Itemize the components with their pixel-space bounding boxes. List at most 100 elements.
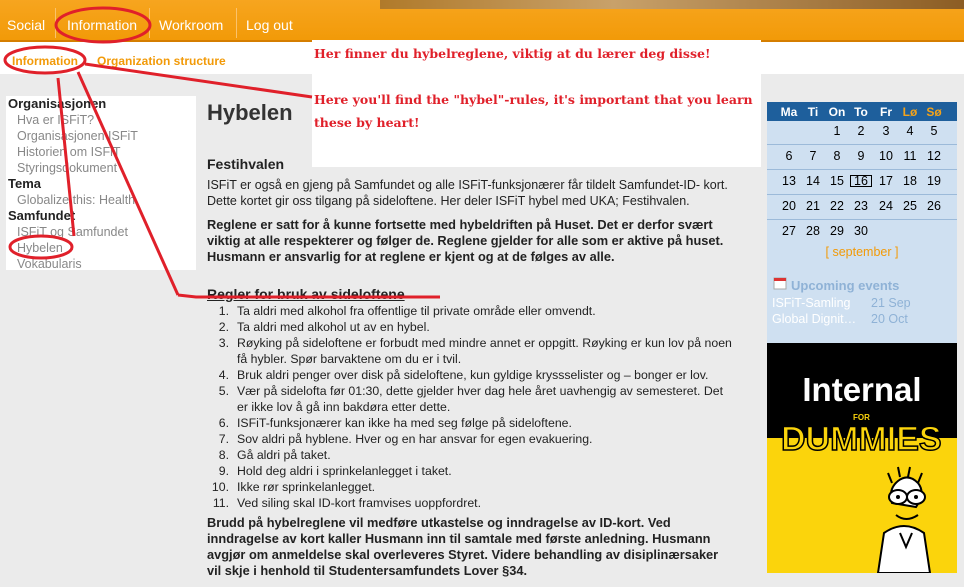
left-sidebar-menu: Organisasjonen Hva er ISFiT? Organisasjo…: [6, 96, 196, 272]
calendar-day-cell[interactable]: 4: [898, 124, 922, 138]
rules-footer-line: vil skje i henhold til Studentersamfunde…: [207, 563, 528, 578]
subnav-organization-structure[interactable]: Organization structure: [97, 54, 226, 68]
calendar-day-cell[interactable]: 8: [825, 149, 849, 163]
calendar-icon: [773, 277, 787, 290]
subnav-information[interactable]: Information: [12, 54, 78, 68]
rule-number: 1.: [218, 304, 229, 318]
nav-divider: [236, 8, 237, 38]
annotation-english: Here you'll find the "hybel"-rules, it's…: [314, 92, 753, 107]
calendar-row-divider: [767, 194, 957, 195]
rule-item: 2. Ta aldri med alkohol ut av en hybel.: [219, 319, 759, 335]
rule-number: 4.: [218, 368, 229, 382]
rule-item: 1. Ta aldri med alkohol fra offentlige ti…: [219, 303, 759, 319]
sidebar-item-historien[interactable]: Historien om ISFiT: [6, 144, 196, 160]
calendar-day-cell[interactable]: 25: [898, 199, 922, 213]
event-name[interactable]: Global Dignit…: [772, 312, 856, 326]
calendar-day-cell[interactable]: 13: [777, 174, 801, 188]
sidebar-heading-samfundet: Samfundet: [8, 208, 76, 223]
calendar-day-cell[interactable]: 21: [801, 199, 825, 213]
calendar-day-cell[interactable]: 14: [801, 174, 825, 188]
calendar-day-cell[interactable]: 11: [898, 149, 922, 163]
calendar-day-cell[interactable]: 27: [777, 224, 801, 238]
calendar-day-cell[interactable]: 19: [922, 174, 946, 188]
sidebar-item-hybelen[interactable]: Hybelen: [6, 240, 196, 256]
calendar-day-cell[interactable]: 3: [874, 124, 898, 138]
calendar-day-cell[interactable]: 30: [849, 224, 873, 238]
calendar-day-cell[interactable]: 20: [777, 199, 801, 213]
festihvalen-text-line: Dette kortet gir oss tilgang på sideloft…: [207, 194, 690, 208]
rule-item: få hybler. Spør barvaktene om du er i tv…: [237, 351, 759, 367]
sidebar-item-styringsdokument[interactable]: Styringsdokument: [6, 160, 196, 176]
calendar-row-divider: [767, 144, 957, 145]
rule-number: 2.: [218, 320, 229, 334]
festihvalen-heading: Festihvalen: [207, 156, 285, 172]
rule-number: 6.: [218, 416, 229, 430]
rule-item: 11. Ved siling skal ID-kort framvises uop…: [213, 495, 759, 511]
calendar-day-cell[interactable]: 1: [825, 124, 849, 138]
rules-footer-line: avgjør om anmeldelse skal overleveres St…: [207, 547, 719, 562]
calendar-day-cell[interactable]: 12: [922, 149, 946, 163]
upcoming-events-heading: Upcoming events: [791, 278, 900, 293]
rule-text: Hold deg aldri i sprinkelanlegget i take…: [237, 464, 452, 478]
calendar-day-header: On: [828, 105, 846, 119]
rule-text: Ved siling skal ID-kort framvises uoppfo…: [237, 496, 481, 510]
calendar-day-cell[interactable]: 10: [874, 149, 898, 163]
calendar-day-cell[interactable]: 18: [898, 174, 922, 188]
sidebar-item-vokabularis[interactable]: Vokabularis: [6, 256, 196, 272]
nav-divider: [55, 8, 56, 38]
annotation-note: Her finner du hybelreglene, viktig at du…: [312, 40, 761, 167]
calendar-day-cell[interactable]: 16: [849, 174, 873, 188]
calendar-day-cell[interactable]: 29: [825, 224, 849, 238]
rule-item: 3. Røyking på sideloftene er forbudt med …: [219, 335, 759, 351]
calendar-day-cell[interactable]: 22: [825, 199, 849, 213]
rules-intro-line: viktig at alle respekterer og følger de.…: [207, 233, 724, 248]
rule-item: 8. Gå aldri på taket.: [219, 447, 759, 463]
calendar-day-cell[interactable]: 24: [874, 199, 898, 213]
nav-tab-information[interactable]: Information: [67, 0, 137, 40]
sidebar-item-globalize-this[interactable]: Globalize this: Health: [6, 192, 196, 208]
nav-divider: [149, 8, 150, 38]
rule-number: 9.: [218, 464, 229, 478]
calendar-month-link[interactable]: [ september ]: [767, 245, 957, 259]
dummies-book-ad[interactable]: Internal FOR DUMMIES: [767, 343, 957, 573]
nav-tab-social[interactable]: Social: [7, 0, 45, 40]
sidebar-item-organisasjonen-isfit[interactable]: Organisasjonen ISFiT: [6, 128, 196, 144]
sidebar-heading-tema: Tema: [8, 176, 41, 191]
nav-tab-logout[interactable]: Log out: [246, 0, 293, 40]
event-name[interactable]: ISFiT-Samling: [772, 296, 851, 310]
festihvalen-text-line: ISFiT er også en gjeng på Samfundet og a…: [207, 178, 728, 192]
rules-intro-line: Reglene er satt for å kunne fortsette me…: [207, 217, 713, 232]
banner-image-strip: [380, 0, 964, 9]
rule-item: 10. Ikke rør sprinkelanlegget.: [212, 479, 759, 495]
sidebar-item-isfit-og-samfundet[interactable]: ISFiT og Samfundet: [6, 224, 196, 240]
rule-text: Vær på sidelofta før 01:30, dette gjelde…: [237, 384, 724, 398]
calendar-day-cell[interactable]: 26: [922, 199, 946, 213]
rules-footer-line: inndragelse av kort kaller Husmann inn t…: [207, 531, 711, 546]
ad-title-internal: Internal: [802, 371, 922, 408]
calendar-day-cell[interactable]: 7: [801, 149, 825, 163]
rules-intro-line: Husmann er ansvarlig for at reglene er k…: [207, 249, 615, 264]
calendar-day-cell[interactable]: 9: [849, 149, 873, 163]
rule-item: er ikke lov å gå inn bakdøra etter dette…: [237, 399, 759, 415]
calendar-day-cell[interactable]: 28: [801, 224, 825, 238]
rules-footer-line: Brudd på hybelreglene vil medføre utkast…: [207, 515, 671, 530]
calendar-day-header: Lø: [902, 105, 918, 119]
calendar-day-cell[interactable]: 5: [922, 124, 946, 138]
calendar-day-cell[interactable]: 17: [874, 174, 898, 188]
sidebar-heading-organisasjonen: Organisasjonen: [8, 96, 107, 111]
calendar-day-header: Sø: [926, 105, 942, 119]
calendar-day-cell[interactable]: 23: [849, 199, 873, 213]
calendar-day-cell[interactable]: 15: [825, 174, 849, 188]
nav-tab-workroom[interactable]: Workroom: [159, 0, 223, 40]
calendar-day-header: Ma: [780, 105, 798, 119]
rule-text: Bruk aldri penger over disk på sidelofte…: [237, 368, 709, 382]
calendar-day-cell[interactable]: 2: [849, 124, 873, 138]
sidebar-item-hva-er-isfit[interactable]: Hva er ISFiT?: [6, 112, 196, 128]
rule-item: 4. Bruk aldri penger over disk på sidelof…: [219, 367, 759, 383]
calendar-day-cell[interactable]: 6: [777, 149, 801, 163]
rule-item: 5. Vær på sidelofta før 01:30, dette gjel…: [219, 383, 759, 399]
calendar-widget: [ september ] Upcoming events ISFiT-Saml…: [767, 102, 957, 345]
rule-number: 11.: [212, 496, 229, 510]
rule-text: Sov aldri på hyblene. Hver og en har ans…: [237, 432, 593, 446]
rule-number: 8.: [218, 448, 229, 462]
